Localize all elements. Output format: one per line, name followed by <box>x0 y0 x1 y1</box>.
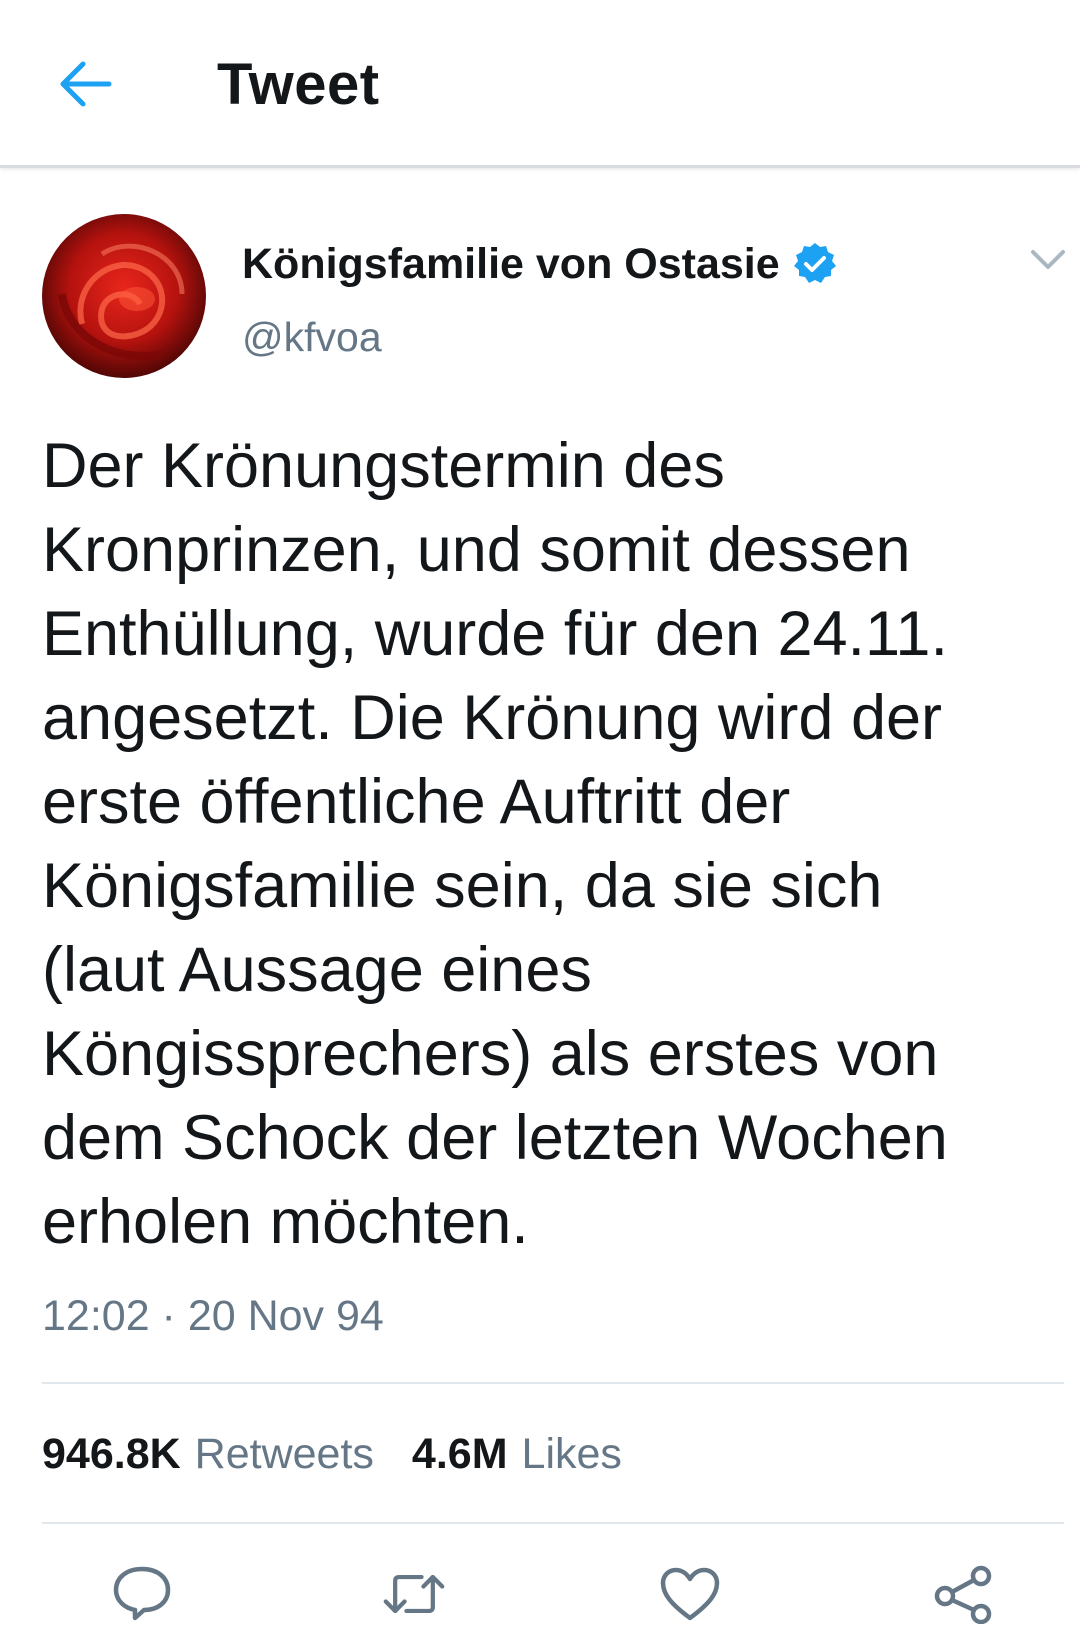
retweets-label[interactable]: Retweets <box>195 1426 374 1482</box>
retweet-icon <box>383 1574 445 1614</box>
chevron-down-icon <box>1031 250 1065 269</box>
verified-badge-icon <box>793 243 836 283</box>
tweet-text-line: Kronprinzen, und somit dessen <box>42 515 911 585</box>
tweet-timestamp: 12:02 · 20 Nov 94 <box>42 1292 384 1340</box>
tweet-menu-button[interactable] <box>1028 244 1068 276</box>
tweet-text-line: angesetzt. Die Krönung wird der <box>42 683 942 753</box>
divider <box>42 1522 1064 1524</box>
arrow-left-icon <box>60 61 112 107</box>
share-icon <box>934 1565 992 1624</box>
share-button[interactable] <box>932 1562 996 1626</box>
likes-count[interactable]: 4.6M <box>412 1426 508 1482</box>
reply-icon <box>113 1566 171 1621</box>
tweet-stats: 946.8K Retweets 4.6M Likes <box>42 1424 622 1484</box>
back-button[interactable] <box>50 52 120 116</box>
tweet-text: Der Krönungstermin des Kronprinzen, und … <box>42 424 1062 1264</box>
top-bar: Tweet <box>0 0 1080 168</box>
tweet-text-line: Der Krönungstermin des <box>42 431 725 501</box>
divider <box>42 1382 1064 1384</box>
avatar[interactable] <box>42 214 206 378</box>
author-name-row[interactable]: Königsfamilie von Ostasie <box>242 234 838 294</box>
tweet-text-line: Köngissprechers) als erstes von <box>42 1019 939 1089</box>
reply-button[interactable] <box>110 1562 174 1626</box>
tweet-text-line: erste öffentliche Auftritt der <box>42 767 791 837</box>
tweet-text-line: Enthüllung, wurde für den 24.11. <box>42 599 948 669</box>
like-button[interactable] <box>658 1562 722 1626</box>
retweet-button[interactable] <box>382 1562 446 1626</box>
tweet-text-line: (laut Aussage eines <box>42 935 592 1005</box>
tweet-detail-screen: Tweet Königsfamilie von Ostasie @kfvoa D… <box>0 0 1080 1637</box>
retweets-count[interactable]: 946.8K <box>42 1426 181 1482</box>
heart-icon <box>660 1567 720 1621</box>
display-name[interactable]: Königsfamilie von Ostasie <box>242 237 780 291</box>
page-title: Tweet <box>217 52 380 117</box>
user-handle[interactable]: @kfvoa <box>242 310 382 364</box>
tweet-text-line: Königsfamilie sein, da sie sich <box>42 851 883 921</box>
tweet-text-line: dem Schock der letzten Wochen <box>42 1103 948 1173</box>
rose-avatar-image <box>42 214 206 378</box>
likes-label[interactable]: Likes <box>522 1426 622 1482</box>
tweet-text-line: erholen möchten. <box>42 1187 529 1257</box>
